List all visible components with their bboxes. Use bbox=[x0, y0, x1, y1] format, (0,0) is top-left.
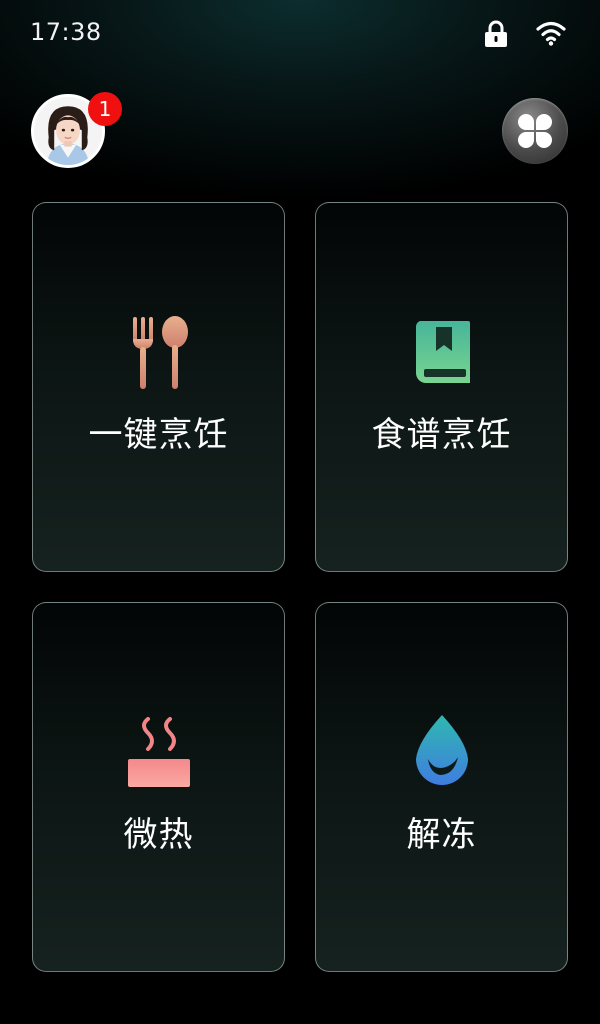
water-drop-icon bbox=[316, 713, 567, 789]
card-label: 解冻 bbox=[406, 815, 477, 855]
card-label: 食谱烹饪 bbox=[371, 415, 512, 455]
fork-spoon-icon bbox=[33, 315, 284, 391]
four-petal-grid-icon bbox=[518, 114, 552, 148]
lock-icon bbox=[485, 20, 507, 47]
defrost-card[interactable]: 解冻 bbox=[315, 602, 568, 972]
warm-up-card[interactable]: 微热 bbox=[32, 602, 285, 972]
recipe-book-icon bbox=[316, 319, 567, 385]
apps-menu-button[interactable] bbox=[502, 98, 568, 164]
home-screen: 17:38 1 一键烹饪 食谱烹饪 微热 解冻 bbox=[0, 0, 600, 1024]
wifi-icon bbox=[536, 21, 566, 46]
card-label: 一键烹饪 bbox=[88, 415, 229, 455]
recipe-cook-card[interactable]: 食谱烹饪 bbox=[315, 202, 568, 572]
notification-badge[interactable]: 1 bbox=[88, 92, 122, 126]
card-label: 微热 bbox=[123, 815, 194, 855]
status-bar: 17:38 bbox=[0, 0, 600, 70]
quick-cook-card[interactable]: 一键烹饪 bbox=[32, 202, 285, 572]
steam-heat-icon bbox=[33, 715, 284, 791]
status-time: 17:38 bbox=[30, 18, 102, 46]
